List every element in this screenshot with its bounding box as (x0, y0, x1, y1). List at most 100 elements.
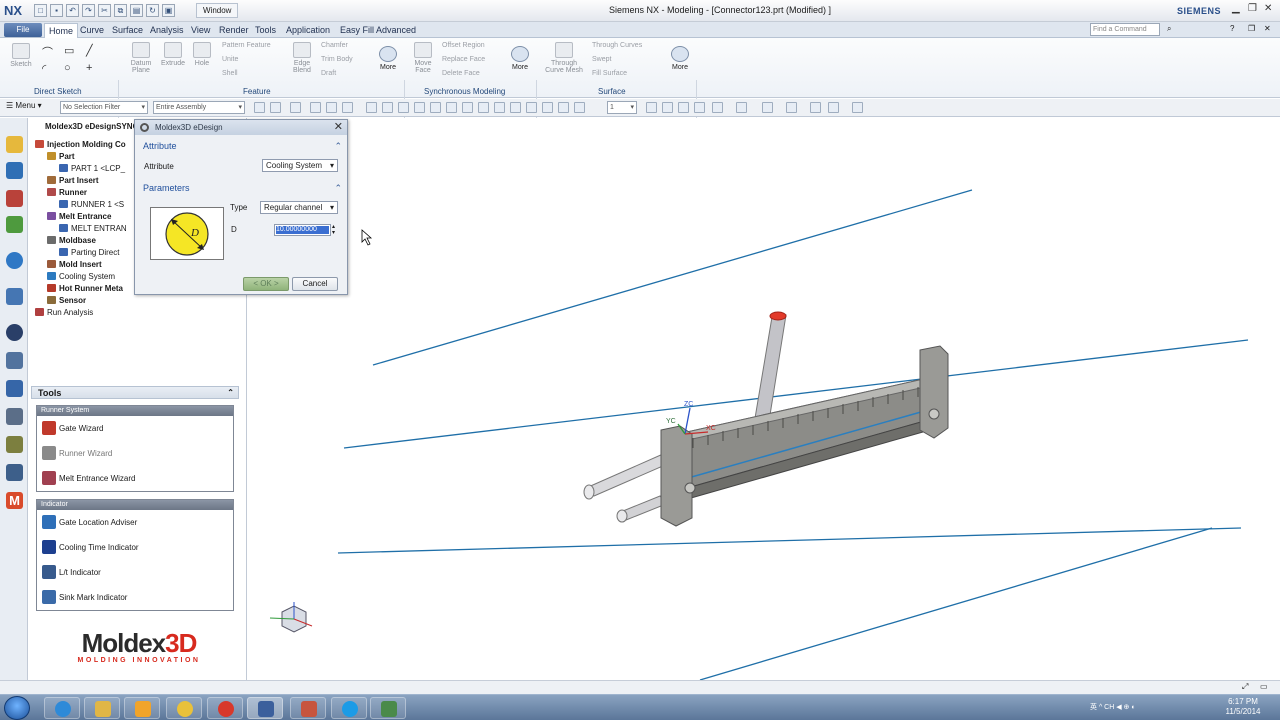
through-curves-button[interactable]: Through Curves (592, 42, 642, 49)
process-studio-icon[interactable] (6, 380, 23, 397)
tree-item[interactable]: Part (47, 152, 75, 162)
toolbar-options-icon[interactable] (852, 102, 863, 113)
touch-mode-icon[interactable]: ▣ (162, 4, 175, 17)
clock-icon[interactable] (6, 324, 23, 341)
repeat-icon[interactable]: ↻ (146, 4, 159, 17)
zoom-icon[interactable] (662, 102, 673, 113)
tool-gate-wizard[interactable]: Gate Wizard (37, 416, 233, 441)
close-doc-icon[interactable]: ✕ (1264, 24, 1271, 33)
pan-icon[interactable] (678, 102, 689, 113)
delete-face-button[interactable]: Delete Face (442, 70, 480, 77)
taskbar-recorder[interactable] (290, 697, 326, 719)
curve-icon[interactable] (414, 102, 425, 113)
tree-item[interactable]: Cooling System (47, 272, 115, 282)
roles-icon[interactable] (6, 436, 23, 453)
tree-item[interactable]: Sensor (47, 296, 86, 306)
selection-scope-combo[interactable]: Entire Assembly (153, 101, 245, 114)
tab-application[interactable]: Application (286, 23, 330, 38)
trim-body-button[interactable]: Trim Body (321, 56, 353, 63)
tool-cooling-time-indicator[interactable]: Cooling Time Indicator (37, 535, 233, 560)
rect-select-icon[interactable] (326, 102, 337, 113)
fill-surface-button[interactable]: Fill Surface (592, 70, 627, 77)
minimize-button[interactable]: ▁ (1232, 3, 1240, 14)
render-style-icon[interactable] (736, 102, 747, 113)
tab-home[interactable]: Home (44, 23, 79, 38)
center-icon[interactable] (478, 102, 489, 113)
part-navigator-icon[interactable] (6, 190, 23, 207)
taskbar-media[interactable] (124, 697, 160, 719)
feature-more-button[interactable]: More (376, 46, 400, 71)
midpoint-icon[interactable] (446, 102, 457, 113)
fit-icon[interactable] (646, 102, 657, 113)
taskbar-clock[interactable]: 6:17 PM 11/5/2014 (1218, 697, 1268, 717)
system-materials-icon[interactable] (6, 352, 23, 369)
replace-face-button[interactable]: Replace Face (442, 56, 485, 63)
dialog-close-icon[interactable]: ✕ (334, 120, 343, 135)
system-tray[interactable]: 英 ^ CH ◀ ⊕ ◐ (1090, 702, 1136, 712)
edge-blend-button[interactable]: Edge Blend (289, 42, 315, 74)
tree-item[interactable]: Moldbase (47, 236, 96, 246)
help-icon[interactable]: ? (1230, 24, 1234, 33)
graphics-window[interactable]: ZC YC XC (248, 118, 1280, 681)
paste-icon[interactable]: ▤ (130, 4, 143, 17)
save-icon[interactable]: ▪ (50, 4, 63, 17)
command-finder-input[interactable]: Find a Command (1090, 23, 1160, 36)
swept-button[interactable]: Swept (592, 56, 611, 63)
file-menu-button[interactable]: File (4, 23, 42, 37)
sketch-button[interactable]: Sketch (8, 43, 34, 68)
cancel-button[interactable]: Cancel (292, 277, 338, 291)
channel-type-combo[interactable]: Regular channel (260, 201, 338, 214)
tree-item[interactable]: Run Analysis (35, 308, 93, 318)
diameter-input[interactable]: 10.00000000 (274, 224, 331, 236)
tab-tools[interactable]: Tools (255, 23, 276, 38)
taskbar-skype[interactable] (331, 697, 367, 719)
attribute-section[interactable]: Attribute ⌃ (140, 139, 344, 153)
redo-icon[interactable]: ↷ (82, 4, 95, 17)
attribute-combo[interactable]: Cooling System (262, 159, 338, 172)
start-button[interactable] (4, 696, 30, 720)
move-face-button[interactable]: Move Face (410, 42, 436, 74)
tangent-icon[interactable] (526, 102, 537, 113)
cursor-icon[interactable] (310, 102, 321, 113)
perpendicular-icon[interactable] (542, 102, 553, 113)
constraint-navigator-icon[interactable] (6, 162, 23, 179)
tree-item[interactable]: Hot Runner Meta (47, 284, 123, 294)
view-triad[interactable] (269, 602, 313, 633)
tab-easy-fill-advanced[interactable]: Easy Fill Advanced (340, 23, 416, 38)
hole-button[interactable]: Hole (190, 42, 214, 67)
diameter-spinner[interactable]: ▴ ▾ (332, 224, 335, 236)
select-icon[interactable] (254, 102, 265, 113)
show-hide-icon[interactable] (828, 102, 839, 113)
tool-gate-location-adviser[interactable]: Gate Location Adviser (37, 510, 233, 535)
tab-surface[interactable]: Surface (112, 23, 143, 38)
draft-button[interactable]: Draft (321, 70, 336, 77)
work-layer-combo[interactable]: 1 (607, 101, 637, 114)
tab-view[interactable]: View (191, 23, 210, 38)
tree-item[interactable]: Runner (47, 188, 87, 198)
layer-settings-icon[interactable] (810, 102, 821, 113)
tab-analysis[interactable]: Analysis (150, 23, 184, 38)
tree-item[interactable]: MELT ENTRAN (59, 224, 127, 234)
tree-item[interactable]: RUNNER 1 <S (59, 200, 124, 210)
body-icon[interactable] (382, 102, 393, 113)
taskbar-ie[interactable] (44, 697, 80, 719)
shell-button[interactable]: Shell (222, 70, 238, 77)
model-view[interactable]: ZC YC XC (248, 118, 1280, 681)
manufacturing-wizard-icon[interactable] (6, 408, 23, 425)
undo-icon[interactable]: ↶ (66, 4, 79, 17)
shaded-icon[interactable] (762, 102, 773, 113)
surface-more-button[interactable]: More (668, 46, 692, 71)
tree-item[interactable]: Injection Molding Co (35, 140, 126, 150)
taskbar-explorer[interactable] (84, 697, 120, 719)
collapse-icon[interactable]: ⌃ (227, 387, 234, 399)
unite-button[interactable]: Unite (222, 56, 238, 63)
window-menu[interactable]: Window (196, 3, 239, 18)
tool-melt-entrance-wizard[interactable]: Melt Entrance Wizard (37, 466, 233, 491)
parameters-section[interactable]: Parameters ⌃ (140, 181, 344, 195)
datum-plane-button[interactable]: Datum Plane (126, 42, 156, 74)
assembly-navigator-icon[interactable] (6, 136, 23, 153)
through-curve-mesh-button[interactable]: Through Curve Mesh (544, 42, 584, 74)
quadrant-icon[interactable] (494, 102, 505, 113)
tree-item[interactable]: Parting Direct (59, 248, 119, 258)
system-scenes-icon[interactable] (6, 464, 23, 481)
